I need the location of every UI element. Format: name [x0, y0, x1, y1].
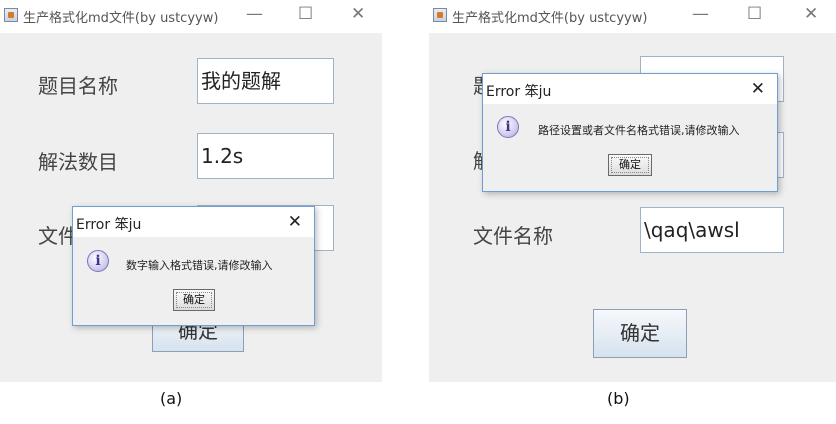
title-bar: 生产格式化md文件(by ustcyyw) — ☐ ✕ — [429, 0, 836, 33]
dialog-close-icon[interactable]: ✕ — [751, 79, 765, 99]
solution-count-input[interactable]: 1.2s — [197, 133, 334, 179]
dialog-title-bar: Error 笨ju ✕ — [73, 207, 314, 237]
confirm-button[interactable]: 确定 — [593, 309, 687, 358]
maximize-icon[interactable]: ☐ — [298, 4, 313, 24]
error-dialog: Error 笨ju ✕ i 数字输入格式错误,请修改输入 确定 — [72, 206, 315, 326]
problem-name-label: 题目名称 — [38, 74, 118, 98]
app-window-a: 生产格式化md文件(by ustcyyw) — ☐ ✕ 题目名称 我的题解 解法… — [0, 0, 382, 382]
maximize-icon[interactable]: ☐ — [747, 4, 762, 24]
dialog-title-bar: Error 笨ju ✕ — [483, 74, 777, 104]
confirm-button-label: 确定 — [620, 321, 660, 345]
dialog-ok-label: 确定 — [183, 293, 205, 306]
caption-a: (a) — [160, 389, 183, 408]
problem-name-input[interactable]: 我的题解 — [197, 58, 334, 104]
file-name-label: 文件名称 — [473, 224, 553, 248]
minimize-icon[interactable]: — — [246, 4, 263, 24]
information-icon: i — [87, 250, 109, 272]
dialog-message: 路径设置或者文件名格式错误,请修改输入 — [538, 124, 740, 137]
close-icon[interactable]: ✕ — [804, 4, 818, 24]
file-name-input[interactable]: \qaq\awsl — [640, 207, 784, 253]
close-icon[interactable]: ✕ — [351, 4, 365, 24]
minimize-icon[interactable]: — — [692, 4, 709, 24]
dialog-ok-label: 确定 — [619, 158, 641, 171]
dialog-ok-button[interactable]: 确定 — [608, 154, 652, 176]
window-title: 生产格式化md文件(by ustcyyw) — [452, 11, 648, 26]
dialog-ok-button[interactable]: 确定 — [173, 289, 215, 311]
java-app-icon — [433, 8, 447, 22]
title-bar: 生产格式化md文件(by ustcyyw) — ☐ ✕ — [0, 0, 382, 33]
window-title: 生产格式化md文件(by ustcyyw) — [23, 11, 219, 26]
solution-count-label: 解法数目 — [38, 150, 118, 174]
dialog-title: Error 笨ju — [76, 217, 142, 233]
dialog-close-icon[interactable]: ✕ — [288, 212, 302, 232]
error-dialog: Error 笨ju ✕ i 路径设置或者文件名格式错误,请修改输入 确定 — [482, 73, 778, 192]
dialog-title: Error 笨ju — [486, 84, 552, 100]
information-icon: i — [497, 116, 519, 138]
app-window-b: 生产格式化md文件(by ustcyyw) — ☐ ✕ 题 解 文件名称 \qa… — [429, 0, 836, 382]
java-app-icon — [4, 8, 18, 22]
dialog-message: 数字输入格式错误,请修改输入 — [126, 259, 273, 272]
caption-b: (b) — [607, 389, 630, 408]
